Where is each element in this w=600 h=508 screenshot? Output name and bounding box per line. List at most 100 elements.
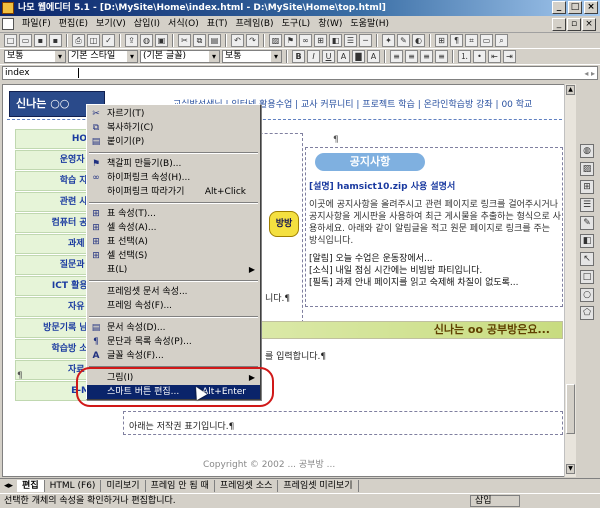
style-select[interactable]: 기본 스타일 bbox=[68, 50, 138, 63]
site-icon[interactable]: ▣ bbox=[155, 34, 168, 47]
publish-icon[interactable]: ⇪ bbox=[125, 34, 138, 47]
menu-view[interactable]: 보기(V) bbox=[92, 17, 130, 32]
numbered-list-icon[interactable]: ⒈ bbox=[458, 50, 471, 63]
menu-file[interactable]: 파일(F) bbox=[18, 17, 55, 32]
open-icon[interactable]: ▭ bbox=[19, 34, 32, 47]
mdi-close-button[interactable]: × bbox=[582, 18, 596, 31]
save-all-icon[interactable]: ▪ bbox=[49, 34, 62, 47]
image-icon[interactable]: ▨ bbox=[269, 34, 282, 47]
menu-item-table-props[interactable]: ⊞ 표 속성(T)... bbox=[87, 207, 260, 221]
form-icon[interactable]: ☰ bbox=[580, 198, 594, 212]
rectangle-icon[interactable]: □ bbox=[580, 270, 594, 284]
preview-icon[interactable]: ◫ bbox=[87, 34, 100, 47]
pointer-icon[interactable]: ↖ bbox=[580, 252, 594, 266]
align-left-icon[interactable]: ≡ bbox=[390, 50, 403, 63]
globe-icon[interactable]: ◍ bbox=[140, 34, 153, 47]
new-icon[interactable]: □ bbox=[4, 34, 17, 47]
menu-item-frameset-props[interactable]: 프레임셋 문서 속성... bbox=[87, 285, 260, 299]
tag-icon[interactable]: ⌗ bbox=[465, 34, 478, 47]
font-select[interactable]: (기본 글꼴) bbox=[140, 50, 220, 63]
menu-item-select-table[interactable]: ⊞ 표 선택(A) bbox=[87, 235, 260, 249]
zoom-icon[interactable]: ⌕ bbox=[495, 34, 508, 47]
font-color-icon[interactable]: A bbox=[337, 50, 350, 63]
path-scroll-icon[interactable]: ◂ ▸ bbox=[575, 68, 595, 78]
menu-item-follow-link[interactable]: 하이퍼링크 따라가기 Alt+Click bbox=[87, 185, 260, 199]
notice-item[interactable]: [알림] 오늘 수업은 운동장에서... bbox=[309, 253, 561, 265]
tab-frameset-source[interactable]: 프레임셋 소스 bbox=[215, 479, 279, 492]
circle-icon[interactable]: ○ bbox=[580, 288, 594, 302]
scroll-thumb[interactable] bbox=[566, 384, 575, 434]
layer-icon[interactable]: ◧ bbox=[329, 34, 342, 47]
menu-tools[interactable]: 도구(L) bbox=[278, 17, 315, 32]
hline-icon[interactable]: ─ bbox=[359, 34, 372, 47]
highlight-icon[interactable]: ▇ bbox=[352, 50, 365, 63]
menu-item-cell-props[interactable]: ⊞ 셀 속성(A)... bbox=[87, 221, 260, 235]
link-icon[interactable]: ∞ bbox=[299, 34, 312, 47]
tab-noframes[interactable]: 프레임 안 됨 때 bbox=[146, 479, 215, 492]
maximize-button[interactable]: □ bbox=[568, 1, 582, 14]
menu-item-font-props[interactable]: A 글꼴 속성(F)... bbox=[87, 349, 260, 363]
outdent-icon[interactable]: ⇤ bbox=[488, 50, 501, 63]
para-mark-icon[interactable]: ¶ bbox=[450, 34, 463, 47]
menu-item-copy[interactable]: ⧉ 복사하기(C) bbox=[87, 121, 260, 135]
badge-image[interactable]: 방방 bbox=[269, 211, 299, 237]
menu-window[interactable]: 창(W) bbox=[314, 17, 346, 32]
frame-icon[interactable]: ▭ bbox=[480, 34, 493, 47]
tab-frameset-preview[interactable]: 프레임셋 미리보기 bbox=[278, 479, 359, 492]
menu-insert[interactable]: 삽입(I) bbox=[130, 17, 164, 32]
menu-item-table-submenu[interactable]: 표(L) ▶ bbox=[87, 263, 260, 277]
size-select[interactable]: 보통 bbox=[222, 50, 282, 63]
form-icon[interactable]: ☰ bbox=[344, 34, 357, 47]
grid-icon[interactable]: ⊞ bbox=[435, 34, 448, 47]
redo-icon[interactable]: ↷ bbox=[246, 34, 259, 47]
indent-icon[interactable]: ⇥ bbox=[503, 50, 516, 63]
menu-item-doc-props[interactable]: ▤ 문서 속성(D)... bbox=[87, 321, 260, 335]
bullet-list-icon[interactable]: • bbox=[473, 50, 486, 63]
menu-item-paste[interactable]: ▤ 붙이기(P) bbox=[87, 135, 260, 149]
document-icon[interactable] bbox=[2, 18, 14, 30]
scroll-up-icon[interactable]: ▲ bbox=[566, 85, 575, 95]
scroll-down-icon[interactable]: ▼ bbox=[566, 464, 575, 474]
app-icon[interactable] bbox=[2, 2, 14, 14]
menu-help[interactable]: 도움말(H) bbox=[346, 17, 393, 32]
bold-icon[interactable]: B bbox=[292, 50, 305, 63]
notice-item[interactable]: [필독] 과제 안내 페이지를 읽고 숙제해 차질이 없도록... bbox=[309, 277, 561, 289]
magic-icon[interactable]: ✦ bbox=[382, 34, 395, 47]
cut-icon[interactable]: ✂ bbox=[178, 34, 191, 47]
element-path-field[interactable]: index ◂ ▸ bbox=[2, 66, 598, 80]
paste-icon[interactable]: ▤ bbox=[208, 34, 221, 47]
undo-icon[interactable]: ↶ bbox=[231, 34, 244, 47]
vertical-scrollbar[interactable]: ▲ ▼ bbox=[564, 84, 576, 477]
menu-table[interactable]: 표(T) bbox=[203, 17, 232, 32]
menu-item-bookmark[interactable]: ⚑ 책갈피 만들기(B)... bbox=[87, 157, 260, 171]
close-button[interactable]: × bbox=[584, 1, 598, 14]
save-icon[interactable]: ▪ bbox=[34, 34, 47, 47]
align-right-icon[interactable]: ≡ bbox=[420, 50, 433, 63]
tab-edit[interactable]: 편집 bbox=[17, 479, 45, 492]
print-icon[interactable]: ⎙ bbox=[72, 34, 85, 47]
tab-preview[interactable]: 미리보기 bbox=[101, 479, 146, 492]
table-icon[interactable]: ⊞ bbox=[580, 180, 594, 194]
menu-format[interactable]: 서식(O) bbox=[164, 17, 203, 32]
brush-icon[interactable]: ✎ bbox=[397, 34, 410, 47]
color-icon[interactable]: ◐ bbox=[412, 34, 425, 47]
mdi-minimize-button[interactable]: _ bbox=[552, 18, 566, 31]
copy-icon[interactable]: ⧉ bbox=[193, 34, 206, 47]
bookmark-icon[interactable]: ⚑ bbox=[284, 34, 297, 47]
menu-item-frame-props[interactable]: 프레임 속성(F)... bbox=[87, 299, 260, 313]
menu-item-hyperlink-props[interactable]: ∞ 하이퍼링크 속성(H)... bbox=[87, 171, 260, 185]
menu-frame[interactable]: 프레임(B) bbox=[232, 17, 278, 32]
pencil-icon[interactable]: ✎ bbox=[580, 216, 594, 230]
table-icon[interactable]: ⊞ bbox=[314, 34, 327, 47]
notice-item[interactable]: [소식] 내일 점심 시간에는 비빔밥 파티입니다. bbox=[309, 265, 561, 277]
paragraph-style-select[interactable]: 보통 bbox=[4, 50, 66, 63]
align-center-icon[interactable]: ≡ bbox=[405, 50, 418, 63]
polygon-icon[interactable]: ⬠ bbox=[580, 306, 594, 320]
justify-icon[interactable]: ≡ bbox=[435, 50, 448, 63]
layer-icon[interactable]: ◧ bbox=[580, 234, 594, 248]
underline-icon[interactable]: U bbox=[322, 50, 335, 63]
italic-icon[interactable]: I bbox=[307, 50, 320, 63]
menu-item-select-cell[interactable]: ⊞ 셀 선택(S) bbox=[87, 249, 260, 263]
menu-item-cut[interactable]: ✂ 자르기(T) bbox=[87, 107, 260, 121]
minimize-button[interactable]: _ bbox=[552, 1, 566, 14]
